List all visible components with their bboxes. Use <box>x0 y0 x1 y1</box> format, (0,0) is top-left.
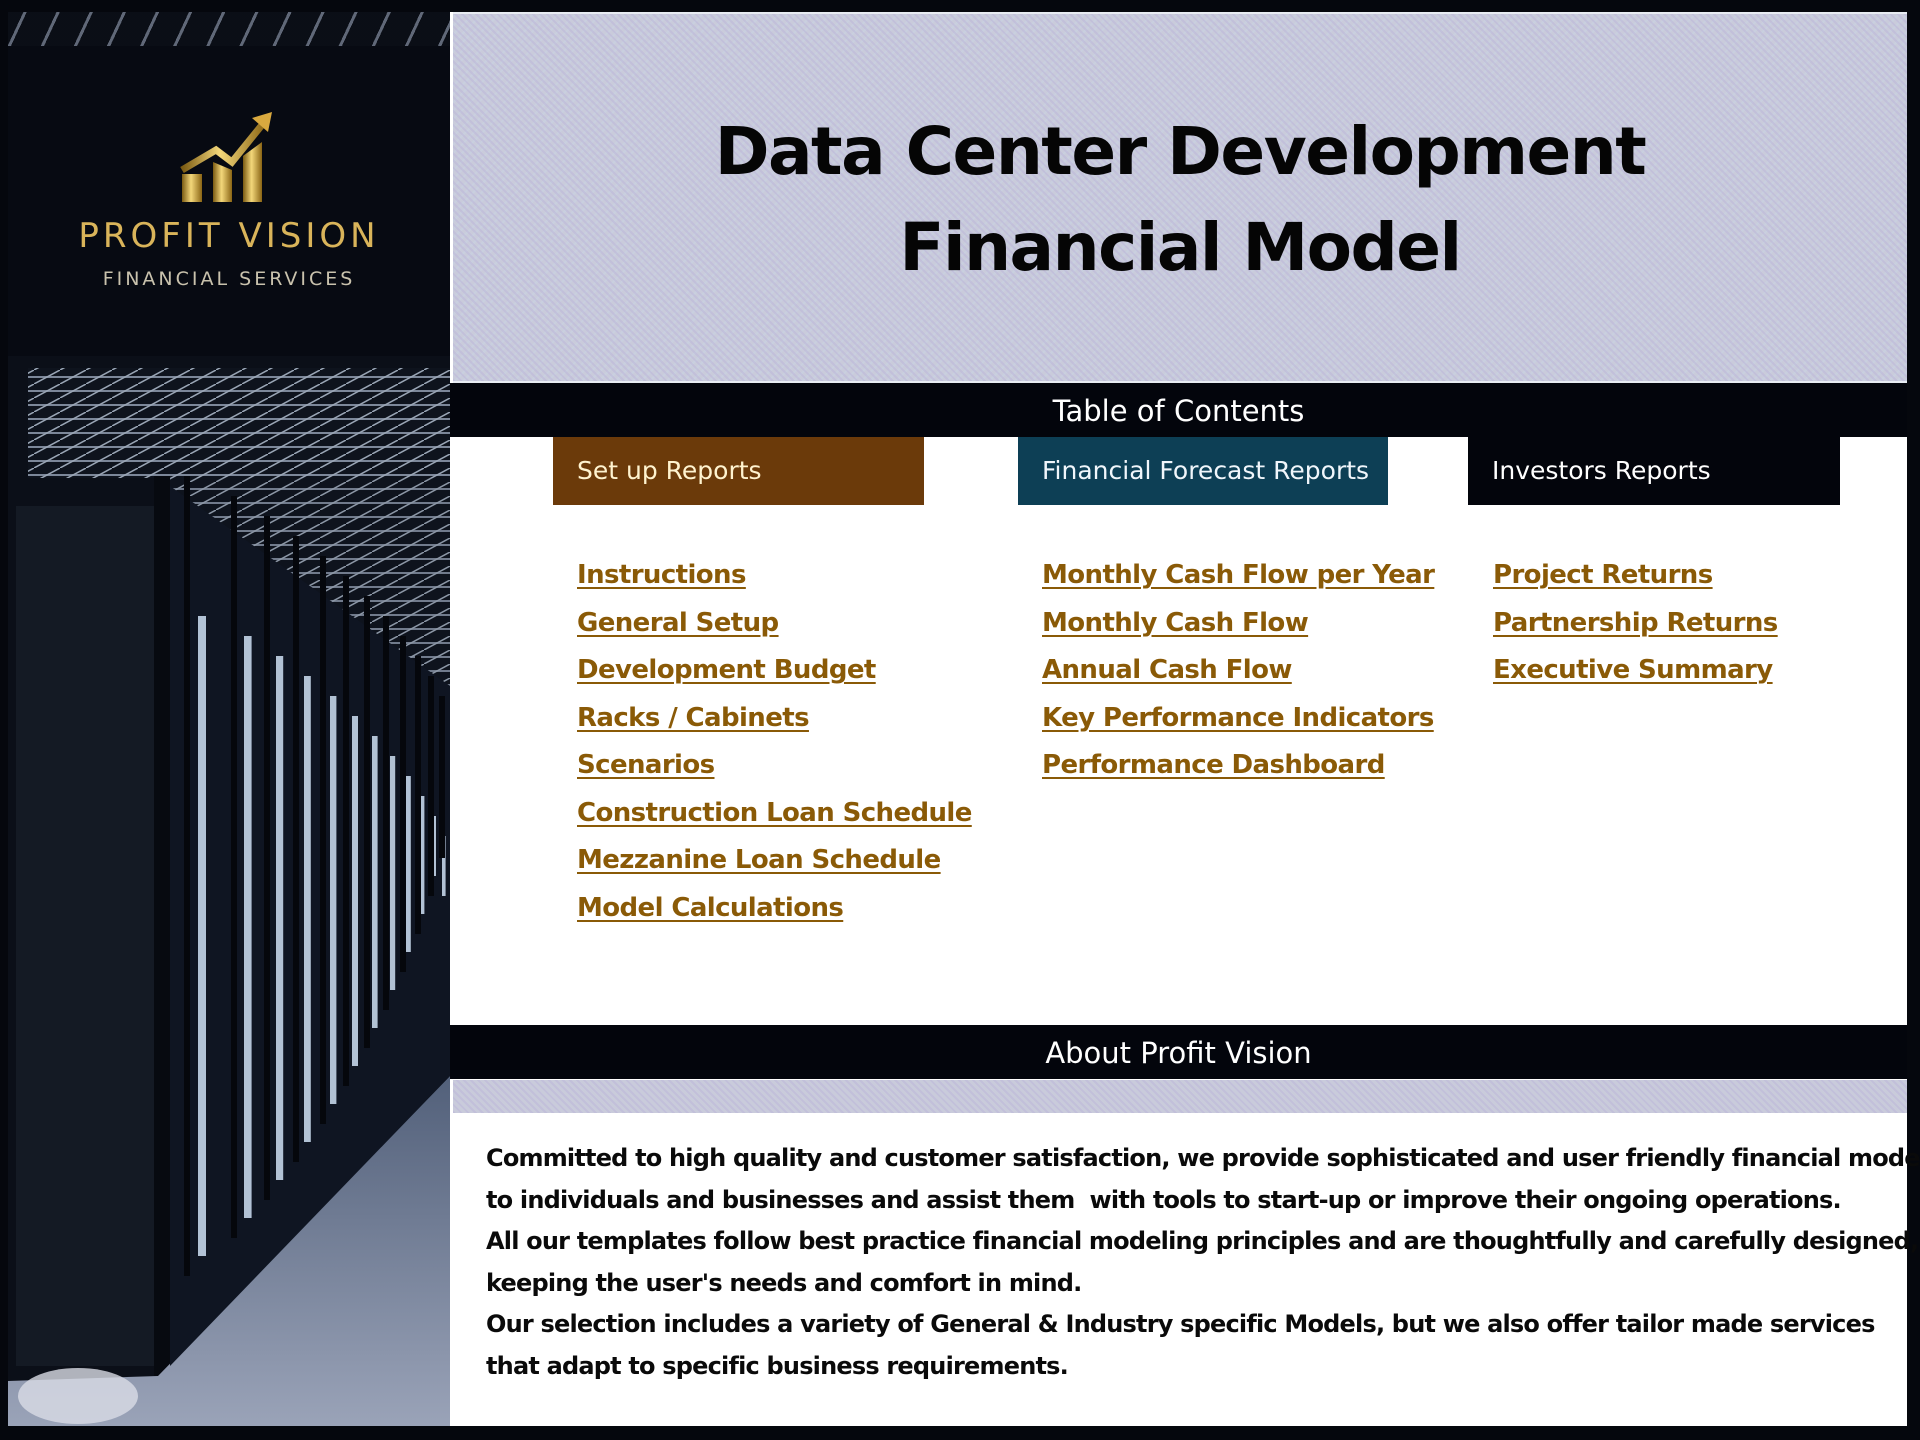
rack-post <box>343 576 349 1086</box>
main-content: Data Center Development Financial Model … <box>450 12 1920 1426</box>
gold-bar-chart-arrow-icon <box>180 112 272 202</box>
rack-post <box>383 616 389 1010</box>
category-header-investors-reports: Investors Reports <box>1468 437 1840 505</box>
rack-post <box>231 496 237 1238</box>
about-line: to individuals and businesses and assist… <box>486 1185 1842 1214</box>
about-description: Committed to high quality and customer s… <box>486 1138 1920 1387</box>
about-divider-band <box>453 1080 1907 1113</box>
category-header-setup-reports: Set up Reports <box>553 437 924 505</box>
link-scenarios[interactable]: Scenarios <box>577 750 715 780</box>
rack-post <box>428 676 434 896</box>
setup-reports-links: Instructions General Setup Development B… <box>577 560 972 940</box>
link-annual-cash-flow[interactable]: Annual Cash Flow <box>1042 655 1292 685</box>
about-heading: About Profit Vision <box>450 1025 1907 1079</box>
rack-light <box>244 636 252 1218</box>
page-title-line-2: Financial Model <box>899 209 1462 286</box>
rack-light <box>330 696 337 1104</box>
investors-reports-links: Project Returns Partnership Returns Exec… <box>1493 560 1778 703</box>
about-line: Our selection includes a variety of Gene… <box>486 1310 1875 1338</box>
link-racks-cabinets[interactable]: Racks / Cabinets <box>577 703 810 733</box>
link-performance-dashboard[interactable]: Performance Dashboard <box>1042 750 1385 780</box>
rack-post <box>320 556 326 1124</box>
about-line: All our templates follow best practice f… <box>486 1227 1919 1255</box>
about-line: Committed to high quality and customer s… <box>486 1144 1920 1172</box>
about-line: that adapt to specific business requirem… <box>486 1351 1069 1380</box>
page-frame: PROFIT VISION FINANCIAL SERVICES Data Ce… <box>0 0 1920 1440</box>
rack-post <box>364 596 370 1048</box>
rack-light <box>372 736 378 1028</box>
link-key-performance-indicators[interactable]: Key Performance Indicators <box>1042 703 1434 733</box>
data-center-server-aisle-photo <box>8 356 450 1426</box>
link-project-returns[interactable]: Project Returns <box>1493 560 1713 590</box>
brand-subtitle: FINANCIAL SERVICES <box>102 268 356 290</box>
link-partnership-returns[interactable]: Partnership Returns <box>1493 608 1778 638</box>
link-model-calculations[interactable]: Model Calculations <box>577 893 844 923</box>
ceiling-photo-strip <box>8 12 450 46</box>
rack-light <box>352 716 358 1066</box>
financial-forecast-reports-links: Monthly Cash Flow per Year Monthly Cash … <box>1042 560 1435 798</box>
rack-post <box>400 636 406 972</box>
about-line: keeping the user's needs and comfort in … <box>486 1268 1082 1297</box>
rack-light <box>406 776 411 952</box>
link-instructions[interactable]: Instructions <box>577 560 746 590</box>
page-title: Data Center Development Financial Model <box>453 104 1907 296</box>
rack-light <box>304 676 311 1142</box>
rack-post <box>415 656 421 934</box>
rack-post <box>264 516 270 1200</box>
rack-post <box>439 696 445 858</box>
link-development-budget[interactable]: Development Budget <box>577 655 876 685</box>
rack-post <box>293 536 299 1162</box>
link-monthly-cash-flow[interactable]: Monthly Cash Flow <box>1042 608 1309 638</box>
link-mezzanine-loan-schedule[interactable]: Mezzanine Loan Schedule <box>577 845 941 875</box>
rack-post <box>184 476 190 1276</box>
rack-light <box>390 756 396 990</box>
link-monthly-cash-flow-per-year[interactable]: Monthly Cash Flow per Year <box>1042 560 1435 590</box>
link-executive-summary[interactable]: Executive Summary <box>1493 655 1773 685</box>
link-construction-loan-schedule[interactable]: Construction Loan Schedule <box>577 798 972 828</box>
toc-heading: Table of Contents <box>450 383 1907 437</box>
title-banner: Data Center Development Financial Model <box>453 12 1907 383</box>
rack-light <box>198 616 206 1256</box>
brand-sidebar: PROFIT VISION FINANCIAL SERVICES <box>8 12 450 1426</box>
rack-light <box>276 656 284 1180</box>
link-general-setup[interactable]: General Setup <box>577 608 779 638</box>
logo-area: PROFIT VISION FINANCIAL SERVICES <box>8 46 450 356</box>
page-title-line-1: Data Center Development <box>714 113 1647 190</box>
category-header-financial-forecast-reports: Financial Forecast Reports <box>1018 437 1388 505</box>
brand-name: PROFIT VISION <box>78 216 380 256</box>
